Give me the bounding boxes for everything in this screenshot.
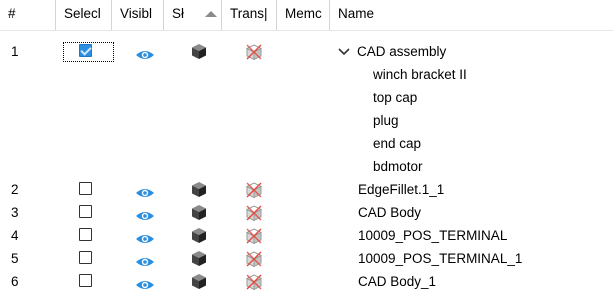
table-row[interactable]: 3 CAD Body (0, 201, 613, 224)
name-cell: CAD assembly (337, 40, 607, 63)
select-checkbox[interactable] (79, 274, 92, 287)
eye-icon[interactable] (135, 252, 155, 270)
child-item-name: end cap (373, 136, 422, 151)
name-cell: 10009_POS_TERMINAL_1 (337, 247, 613, 270)
select-checkbox[interactable] (79, 182, 92, 195)
column-header-select[interactable]: Selecl (56, 0, 112, 30)
visible-cell (118, 40, 172, 63)
transparency-cube-icon[interactable] (245, 227, 263, 247)
column-header-transparent[interactable]: Trans| (222, 0, 277, 30)
eye-icon[interactable] (135, 206, 155, 224)
transparent-cell (226, 201, 282, 224)
shaded-cell (172, 40, 226, 63)
item-name: 10009_POS_TERMINAL (358, 228, 508, 243)
sort-ascending-icon (205, 11, 217, 17)
table-row[interactable]: 4 10009_POS_TERMINAL (0, 224, 613, 247)
transparent-cell (226, 178, 282, 201)
child-item-name: winch bracket II (373, 67, 467, 82)
child-row[interactable]: top cap (0, 86, 613, 109)
column-header-memo[interactable]: Memc (277, 0, 330, 30)
cube-icon[interactable] (191, 250, 207, 270)
child-row[interactable]: plug (0, 109, 613, 132)
child-item-name: bdmotor (373, 159, 423, 174)
transparent-cell (226, 40, 282, 63)
select-checkbox[interactable] (79, 228, 92, 241)
table-row[interactable]: 2 EdgeFillet.1_1 (0, 178, 613, 201)
item-name: EdgeFillet.1_1 (358, 182, 445, 197)
row-number: 2 (11, 182, 19, 197)
visible-cell (118, 247, 172, 270)
select-cell (64, 178, 118, 201)
cube-icon[interactable] (191, 181, 207, 201)
row-number: 1 (11, 44, 19, 59)
select-cell (64, 247, 118, 270)
select-cell (64, 224, 118, 247)
cube-icon[interactable] (191, 273, 207, 293)
name-cell: CAD Body (337, 201, 613, 224)
name-cell: 10009_POS_TERMINAL (337, 224, 613, 247)
item-name: CAD assembly (357, 44, 447, 59)
column-header-number[interactable]: # (0, 0, 56, 30)
transparent-cell (226, 224, 282, 247)
chevron-down-icon[interactable] (337, 40, 351, 63)
visible-cell (118, 201, 172, 224)
eye-icon[interactable] (135, 45, 155, 63)
column-header-name[interactable]: Name (330, 0, 613, 30)
transparent-cell (226, 247, 282, 270)
shaded-cell (172, 178, 226, 201)
focus-ring (63, 42, 114, 62)
transparency-cube-icon[interactable] (245, 204, 263, 224)
cube-icon[interactable] (191, 227, 207, 247)
child-item-name: plug (373, 113, 399, 128)
column-header-visible[interactable]: Visibl (112, 0, 164, 30)
cube-icon[interactable] (191, 204, 207, 224)
assembly-table: # Selecl Visibl Sł Trans| Memc Name 1 CAD… (0, 0, 613, 293)
transparency-cube-icon[interactable] (245, 250, 263, 270)
row-number: 4 (11, 228, 19, 243)
transparency-cube-icon[interactable] (245, 181, 263, 201)
table-row[interactable]: 1 CAD assembly (0, 40, 613, 63)
transparency-cube-icon[interactable] (245, 43, 263, 63)
shaded-cell (172, 247, 226, 270)
child-item-name: top cap (373, 90, 418, 105)
shaded-cell (172, 224, 226, 247)
child-row[interactable]: winch bracket II (0, 63, 613, 86)
transparency-cube-icon[interactable] (245, 273, 263, 293)
item-name: CAD Body (358, 205, 422, 220)
child-row[interactable]: end cap (0, 132, 613, 155)
select-cell (64, 201, 118, 224)
table-row[interactable]: 5 10009_POS_TERMINAL_1 (0, 247, 613, 270)
shaded-cell (172, 201, 226, 224)
select-checkbox[interactable] (79, 205, 92, 218)
name-cell: EdgeFillet.1_1 (337, 178, 613, 201)
column-header-shaded[interactable]: Sł (164, 0, 222, 30)
row-number: 3 (11, 205, 19, 220)
visible-cell (118, 178, 172, 201)
cube-icon[interactable] (191, 43, 207, 63)
visible-cell (118, 224, 172, 247)
eye-icon[interactable] (135, 229, 155, 247)
select-checkbox[interactable] (79, 251, 92, 264)
row-number: 5 (11, 251, 19, 266)
table-header: # Selecl Visibl Sł Trans| Memc Name (0, 0, 613, 31)
item-name: 10009_POS_TERMINAL_1 (358, 251, 523, 266)
eye-icon[interactable] (135, 275, 155, 293)
child-row[interactable]: bdmotor (0, 155, 613, 178)
eye-icon[interactable] (135, 183, 155, 201)
